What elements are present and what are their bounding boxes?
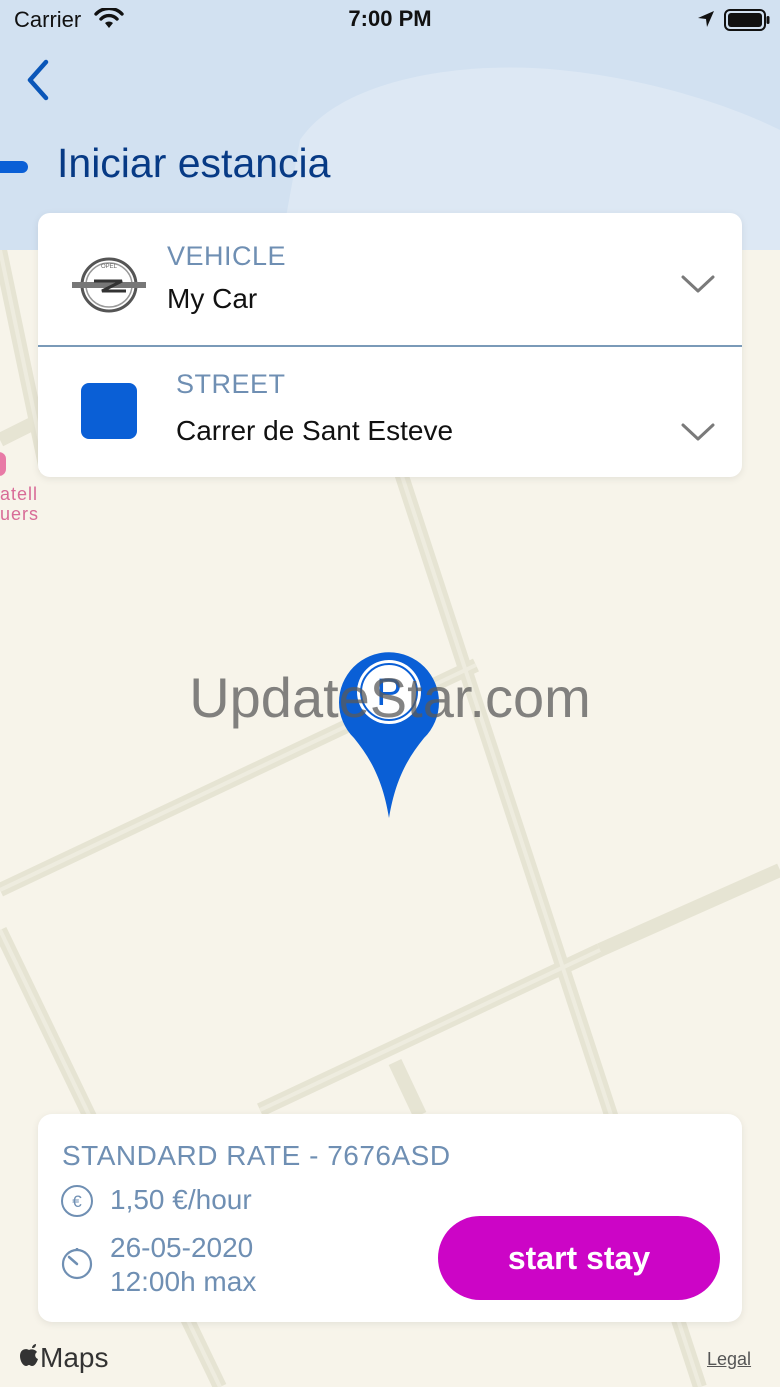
vehicle-value: My Car <box>167 283 258 314</box>
start-stay-button[interactable]: start stay <box>438 1216 720 1300</box>
legal-link[interactable]: Legal <box>707 1349 751 1370</box>
rate-max-duration: 12:00h max <box>110 1266 257 1297</box>
chevron-down-icon <box>681 423 715 441</box>
street-label: STREET <box>176 369 286 399</box>
location-arrow-icon <box>698 11 714 27</box>
vehicle-selector[interactable]: OPEL VEHICLE My Car <box>38 213 742 347</box>
maps-attribution: Maps <box>18 1342 108 1374</box>
street-selector[interactable]: STREET Carrer de Sant Esteve <box>38 347 742 477</box>
opel-logo-icon: OPEL <box>72 257 146 313</box>
maps-label: Maps <box>40 1342 109 1373</box>
euro-icon: € <box>61 1185 93 1217</box>
rate-price: 1,50 €/hour <box>110 1184 252 1215</box>
watermark: UpdateStar.com <box>189 666 591 729</box>
apple-logo-icon <box>20 1344 38 1366</box>
battery-icon <box>724 9 770 31</box>
street-value: Carrer de Sant Esteve <box>176 415 454 446</box>
rate-title: STANDARD RATE - 7676ASD <box>62 1140 451 1171</box>
chevron-down-icon <box>681 275 715 293</box>
rate-date: 26-05-2020 <box>110 1232 254 1263</box>
back-button[interactable] <box>20 56 60 106</box>
poi-label: atell uers <box>0 484 40 524</box>
street-zone-icon <box>81 383 137 439</box>
status-time: 7:00 PM <box>348 6 432 31</box>
poi-marker[interactable] <box>0 452 6 476</box>
page-title: Iniciar estancia <box>57 140 331 186</box>
svg-text:OPEL: OPEL <box>101 264 118 270</box>
status-bar: Carrier 7:00 PM <box>0 0 780 40</box>
timer-icon <box>61 1248 93 1280</box>
vehicle-label: VEHICLE <box>167 241 287 271</box>
svg-text:€: € <box>72 1192 82 1211</box>
rate-card: STANDARD RATE - 7676ASD € 1,50 €/hour 26… <box>38 1114 742 1322</box>
title-accent-bar <box>0 161 28 173</box>
selector-card: OPEL VEHICLE My Car STREET Carrer de San… <box>38 213 742 477</box>
